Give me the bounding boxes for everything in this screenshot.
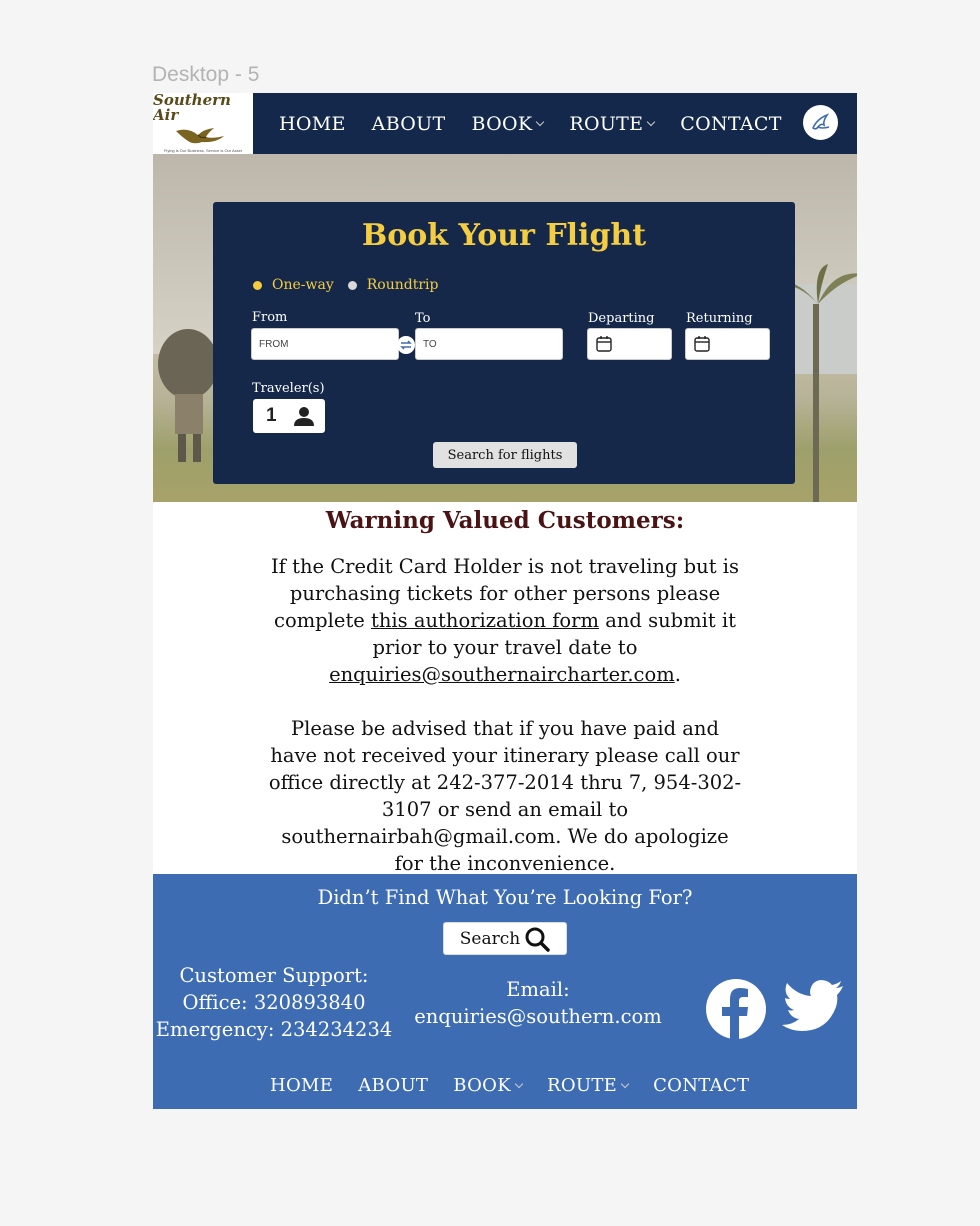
- hero: Book Your Flight One-way Roundtrip From …: [153, 154, 857, 502]
- warning-title: Warning Valued Customers:: [325, 507, 685, 534]
- warning-paragraph-2: Please be advised that if you have paid …: [268, 717, 742, 875]
- travelers-label: Traveler(s): [252, 381, 325, 396]
- roundtrip-label[interactable]: Roundtrip: [367, 277, 439, 293]
- chevron-down-icon: [536, 117, 545, 126]
- footer-nav-route-label: ROUTE: [546, 1075, 618, 1096]
- chevron-down-icon: [647, 117, 656, 126]
- user-icon: [294, 407, 314, 426]
- footer-nav-about-label: ABOUT: [358, 1075, 429, 1096]
- warning-text: .: [674, 663, 681, 686]
- to-input[interactable]: TO: [415, 328, 563, 360]
- footer-nav-about[interactable]: ABOUT: [358, 1075, 428, 1096]
- one-way-label[interactable]: One-way: [272, 277, 334, 293]
- nav-about-label: ABOUT: [371, 112, 446, 135]
- main-nav: HOME ABOUT BOOK ROUTE CONTACT: [279, 93, 808, 154]
- nav-contact-label: CONTACT: [680, 112, 782, 135]
- nav-about[interactable]: ABOUT: [372, 113, 446, 135]
- email-title: Email:: [506, 978, 570, 1001]
- page: Southern Air Flying is Our Business, Ser…: [153, 93, 857, 1109]
- search-icon: [525, 927, 550, 952]
- logo-tagline: Flying is Our Business, Service is Our A…: [163, 147, 243, 153]
- support-title: Customer Support:: [179, 964, 369, 987]
- nav-home-label: HOME: [279, 112, 346, 135]
- site-header: Southern Air Flying is Our Business, Ser…: [153, 93, 857, 154]
- nav-route-label: ROUTE: [569, 112, 644, 135]
- footer-email: Email: enquiries@southern.com: [411, 976, 665, 1030]
- site-footer: Didn’t Find What You’re Looking For? Sea…: [153, 874, 857, 1109]
- nav-book-label: BOOK: [471, 112, 533, 135]
- from-placeholder: FROM: [259, 338, 289, 350]
- footer-search-label: Search: [459, 928, 521, 949]
- to-label: To: [415, 311, 431, 326]
- footer-question: Didn’t Find What You’re Looking For?: [317, 886, 693, 909]
- travelers-input[interactable]: 1: [253, 399, 325, 433]
- returning-date-input[interactable]: [685, 328, 770, 360]
- radio-roundtrip[interactable]: [347, 280, 357, 290]
- from-label: From: [252, 310, 288, 325]
- trip-type-group: One-way Roundtrip: [253, 277, 438, 293]
- chevron-down-icon: [620, 1079, 630, 1088]
- office-phone: Office: 320893840: [182, 991, 366, 1014]
- calendar-icon: [596, 336, 612, 352]
- footer-search-button[interactable]: Search: [443, 922, 567, 955]
- customer-support: Customer Support: Office: 320893840 Emer…: [153, 962, 395, 1043]
- footer-nav-contact-label: CONTACT: [653, 1075, 750, 1096]
- footer-nav-book-label: BOOK: [453, 1075, 511, 1096]
- returning-label: Returning: [686, 311, 753, 326]
- warning-body: If the Credit Card Holder is not traveli…: [265, 553, 745, 877]
- calendar-icon: [694, 336, 710, 352]
- footer-nav-contact[interactable]: CONTACT: [653, 1075, 749, 1096]
- from-input[interactable]: FROM: [251, 328, 399, 360]
- nav-contact[interactable]: CONTACT: [680, 113, 781, 135]
- booking-card: Book Your Flight One-way Roundtrip From …: [213, 202, 795, 484]
- facebook-icon[interactable]: [705, 978, 767, 1040]
- warning-paragraph-1: If the Credit Card Holder is not traveli…: [265, 553, 745, 688]
- twitter-icon[interactable]: [781, 978, 845, 1038]
- footer-nav-home-label: HOME: [270, 1075, 334, 1096]
- bird-icon[interactable]: [803, 105, 838, 140]
- departing-date-input[interactable]: [587, 328, 672, 360]
- swap-icon[interactable]: [397, 336, 415, 354]
- email-address[interactable]: enquiries@southern.com: [411, 1003, 665, 1030]
- palm-trunk: [813, 304, 819, 502]
- chevron-down-icon: [514, 1079, 524, 1088]
- nav-book[interactable]: BOOK: [471, 112, 545, 135]
- nav-route[interactable]: ROUTE: [569, 112, 656, 135]
- logo[interactable]: Southern Air Flying is Our Business, Ser…: [153, 93, 253, 154]
- logo-text: Southern Air: [153, 93, 231, 124]
- radio-one-way[interactable]: [253, 280, 262, 290]
- footer-nav: HOME ABOUT BOOK ROUTE CONTACT: [270, 1075, 774, 1096]
- to-placeholder: TO: [423, 338, 437, 350]
- authorization-form-link[interactable]: this authorization form: [371, 609, 599, 632]
- footer-nav-route[interactable]: ROUTE: [546, 1075, 630, 1096]
- departing-label: Departing: [588, 311, 655, 326]
- frame-label: Desktop - 5: [152, 63, 260, 86]
- bird-logo-icon: [176, 127, 224, 143]
- footer-nav-home[interactable]: HOME: [270, 1075, 333, 1096]
- travelers-count: 1: [266, 405, 277, 426]
- booking-title: Book Your Flight: [361, 218, 647, 253]
- nav-home[interactable]: HOME: [279, 113, 346, 135]
- emergency-phone: Emergency: 234234234: [155, 1018, 393, 1041]
- enquiries-email-link[interactable]: enquiries@southernaircharter.com: [329, 663, 675, 686]
- search-flights-button[interactable]: Search for flights: [433, 442, 577, 468]
- footer-nav-book[interactable]: BOOK: [453, 1075, 524, 1096]
